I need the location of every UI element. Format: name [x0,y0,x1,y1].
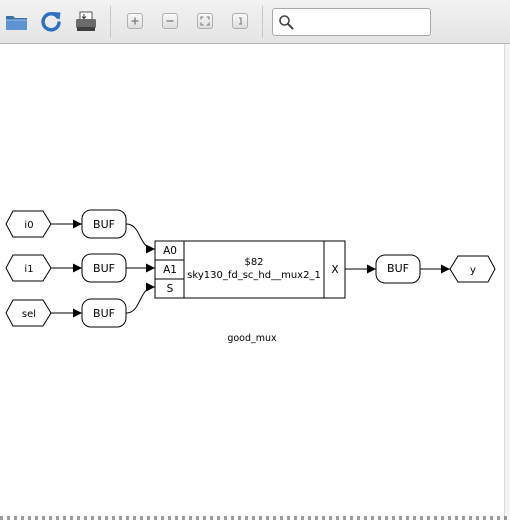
zoom-fit-button[interactable] [197,13,213,29]
zoom-fit-icon [200,16,210,26]
search-icon [279,15,294,30]
pin-label-x: X [331,264,338,276]
output-port-y[interactable]: y [449,255,496,283]
toolbar [0,0,510,44]
input-port-i1[interactable]: i1 [5,254,52,282]
output-port-label: y [470,265,476,276]
pin-label-a1: A1 [163,264,177,276]
zoom-in-button[interactable] [127,13,143,29]
toolbar-separator [262,6,263,38]
status-strip [0,516,510,520]
print-icon [76,11,96,31]
wire [125,282,156,314]
zoom-in-icon [131,17,139,25]
buffer-label: BUF [93,262,115,275]
wire [125,223,156,254]
mux-cell[interactable]: A0 A1 S $82 sky130_fd_sc_hd__mux2_1 X [154,240,346,299]
search-box[interactable] [272,8,431,36]
input-buffer-i0[interactable]: BUF [81,209,127,239]
input-port-i0[interactable]: i0 [5,210,52,238]
zoom-out-icon [166,20,174,22]
print-button[interactable] [71,7,101,37]
search-input[interactable] [297,11,425,33]
cell-type: sky130_fd_sc_hd__mux2_1 [187,270,321,281]
buffer-label: BUF [387,262,409,275]
toolbar-separator [110,6,111,38]
input-buffer-sel[interactable]: BUF [81,298,127,328]
refresh-icon [41,12,61,32]
vertical-scrollbar[interactable] [504,44,510,520]
buffer-label: BUF [93,218,115,231]
input-port-label: i0 [24,220,33,231]
input-port-label: sel [22,309,36,320]
folder-icon [6,16,27,30]
zoom-out-button[interactable] [162,13,178,29]
zoom-reset-button[interactable] [232,13,248,29]
refresh-button[interactable] [36,7,66,37]
module-name: good_mux [227,333,277,344]
cell-id: $82 [244,257,263,268]
schematic-canvas[interactable]: i0 i1 sel BUF BUF BUF A0 A1 S $82 sky130… [0,44,504,520]
input-port-label: i1 [24,264,33,275]
pin-label-s: S [167,283,174,295]
open-button[interactable] [2,7,32,37]
output-buffer[interactable]: BUF [375,254,421,284]
schematic-diagram: i0 i1 sel BUF BUF BUF A0 A1 S $82 sky130… [5,209,496,344]
input-buffer-i1[interactable]: BUF [81,253,127,283]
pin-label-a0: A0 [163,245,177,257]
buffer-label: BUF [93,307,115,320]
zoom-reset-icon [239,17,242,25]
input-port-sel[interactable]: sel [5,299,52,327]
